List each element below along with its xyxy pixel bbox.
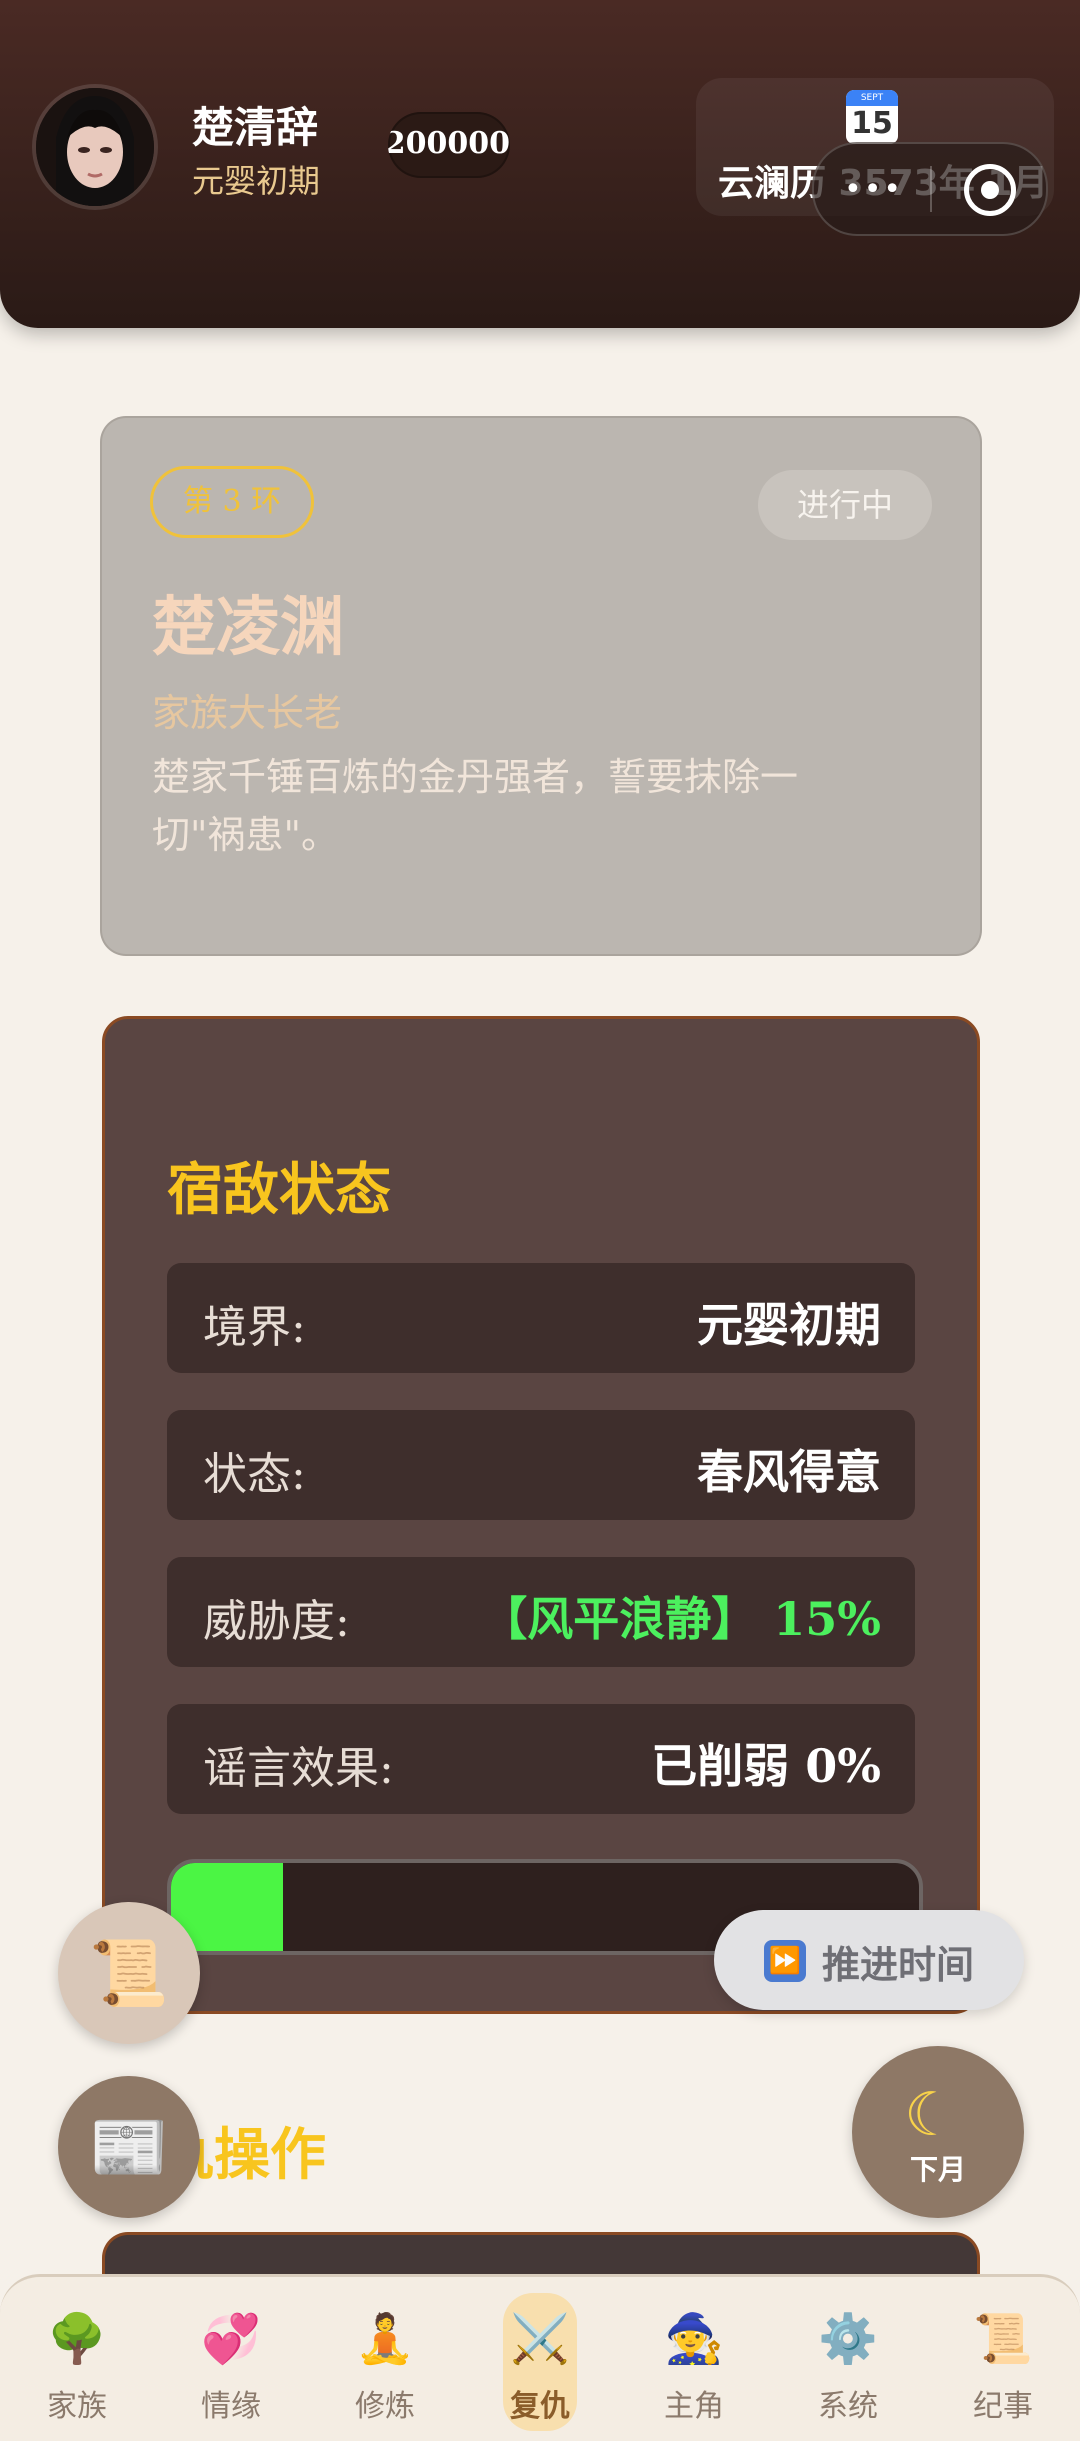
meditation-icon: 🧘 [355, 2311, 415, 2367]
tab-family[interactable]: 🌳 家族 [0, 2277, 154, 2441]
user-realm: 元婴初期 [192, 162, 321, 200]
enemy-description: 楚家千锤百炼的金丹强者，誓要抹除一切"祸患"。 [152, 755, 799, 857]
gear-icon: ⚙️ [818, 2311, 878, 2367]
more-icon[interactable]: ••• [844, 172, 903, 207]
news-button[interactable]: 📰 [58, 2076, 200, 2218]
crossed-swords-icon: ⚔️ [510, 2311, 570, 2367]
scroll-button[interactable]: 📜 [58, 1902, 200, 2044]
stat-row-state: 状态: 春风得意 [167, 1410, 915, 1520]
tab-label: 情缘 [201, 2389, 261, 2424]
capsule-divider [930, 166, 932, 212]
tab-label: 纪事 [973, 2389, 1033, 2424]
tab-label: 家族 [47, 2389, 107, 2424]
moon-icon: ☾ [904, 2080, 958, 2150]
stat-row-realm: 境界: 元婴初期 [167, 1263, 915, 1373]
nemesis-status-panel: 宿敌状态 境界: 元婴初期 状态: 春风得意 威胁度: 【风平浪静】 15% 谣… [102, 1016, 980, 2014]
tab-label: 修炼 [355, 2389, 415, 2424]
fast-forward-icon: ⏩ [764, 1940, 806, 1982]
mini-program-capsule: ••• [812, 142, 1048, 236]
tree-icon: 🌳 [47, 2311, 107, 2367]
witch-icon: 🧙 [664, 2311, 724, 2367]
close-target-icon[interactable] [964, 164, 1016, 216]
stat-label: 境界: [203, 1302, 306, 1353]
advance-time-button[interactable]: ⏩ 推进时间 [714, 1910, 1024, 2010]
advance-time-label: 推进时间 [822, 1943, 975, 1987]
stat-label: 威胁度: [203, 1596, 350, 1647]
enemy-card[interactable]: 第 3 环 进行中 楚凌渊 家族大长老 楚家千锤百炼的金丹强者，誓要抹除一切"祸… [102, 418, 980, 954]
next-month-button[interactable]: ☾ 下月 [852, 2046, 1024, 2218]
user-name: 楚清辞 [192, 103, 319, 152]
tab-chronicle[interactable]: 📜 纪事 [926, 2277, 1080, 2441]
stat-value: 已削弱 0% [651, 1739, 881, 1793]
tab-label: 系统 [818, 2389, 878, 2424]
tab-cultivation[interactable]: 🧘 修炼 [308, 2277, 462, 2441]
scroll-icon: 📜 [89, 1936, 169, 2011]
stat-value: 元婴初期 [697, 1298, 881, 1352]
user-avatar[interactable] [36, 88, 154, 206]
tab-protagonist[interactable]: 🧙 主角 [617, 2277, 771, 2441]
next-month-label: 下月 [909, 2153, 966, 2186]
stat-row-threat: 威胁度: 【风平浪静】 15% [167, 1557, 915, 1667]
tab-label: 复仇 [510, 2389, 570, 2424]
heart-icon: 💞 [201, 2311, 261, 2367]
bottom-tab-bar: 🌳 家族 💞 情缘 🧘 修炼 ⚔️ 复仇 🧙 主角 ⚙️ 系统 📜 纪事 [0, 2274, 1080, 2441]
status-tag: 进行中 [758, 470, 932, 540]
tab-romance[interactable]: 💞 情缘 [154, 2277, 308, 2441]
tab-system[interactable]: ⚙️ 系统 [771, 2277, 925, 2441]
panel-title: 宿敌状态 [167, 1157, 391, 1223]
stat-value: 【风平浪静】 15% [481, 1592, 881, 1646]
tab-label: 主角 [664, 2389, 724, 2424]
stat-label: 状态: [203, 1449, 306, 1500]
top-header: 楚清辞 元婴初期 /200000 SEPT 15 云澜历 3573年 1月 ••… [0, 0, 1080, 328]
stat-value: 春风得意 [697, 1445, 881, 1499]
ring-badge: 第 3 环 [150, 466, 314, 538]
calendar-icon: SEPT 15 [846, 90, 898, 144]
scroll-icon: 📜 [973, 2311, 1033, 2367]
tab-revenge[interactable]: ⚔️ 复仇 [463, 2277, 617, 2441]
enemy-title: 家族大长老 [152, 691, 343, 735]
newspaper-icon: 📰 [89, 2110, 169, 2185]
stat-row-rumor: 谣言效果: 已削弱 0% [167, 1704, 915, 1814]
enemy-name: 楚凌渊 [152, 590, 344, 665]
stat-label: 谣言效果: [203, 1743, 394, 1794]
exp-text: /200000 [388, 126, 510, 161]
exp-counter: /200000 [388, 112, 510, 178]
